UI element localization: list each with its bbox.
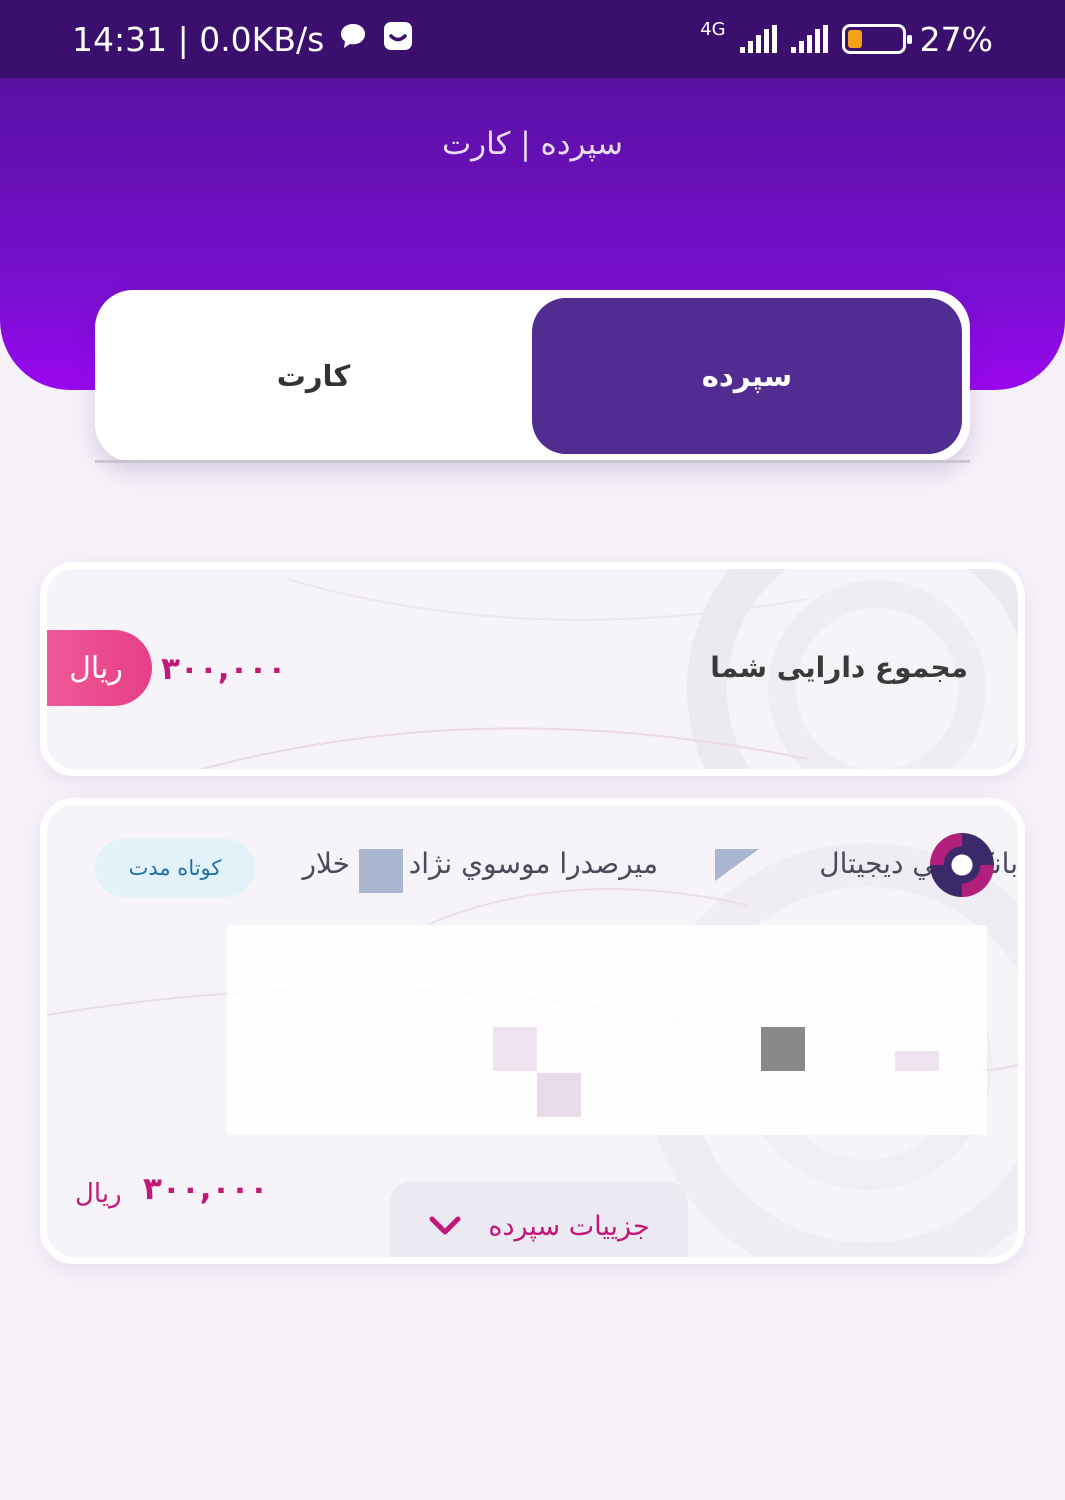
deposit-amount: ۳۰۰,۰۰۰	[143, 1171, 269, 1207]
deposit-type-badge: کوتاه مدت	[95, 839, 255, 897]
owner-name: ميرصدرا موسوي نژاد	[408, 847, 658, 880]
status-left: 14:31 | 0.0KB/s	[72, 20, 414, 59]
total-assets-card: مجموع دارایی شما ۳۰۰,۰۰۰ ریال	[40, 562, 1025, 776]
battery-percent: 27%	[919, 19, 993, 59]
masked-block	[761, 1027, 805, 1071]
masked-block	[359, 849, 403, 893]
network-type: 4G	[700, 18, 726, 40]
masked-area	[227, 925, 987, 1135]
tab-card[interactable]: کارت	[95, 290, 532, 462]
tab-underline	[95, 460, 970, 463]
bank-logo-icon	[930, 833, 994, 897]
total-assets-amount: ۳۰۰,۰۰۰	[161, 651, 287, 687]
signal-icon-sim2	[790, 25, 828, 53]
status-time-speed: 14:31 | 0.0KB/s	[72, 19, 325, 59]
currency-pill: ریال	[47, 630, 152, 706]
masked-block	[895, 1051, 939, 1071]
tab-deposit[interactable]: سپرده	[532, 298, 962, 454]
status-right: 4G 27%	[700, 18, 993, 59]
deposit-details-label: جزییات سپرده	[488, 1210, 650, 1242]
chevron-down-icon	[429, 1216, 461, 1235]
account-number-partial: خلار	[302, 847, 350, 880]
masked-block	[715, 849, 759, 881]
masked-block	[537, 1073, 581, 1117]
battery-icon	[841, 24, 912, 54]
signal-icon-sim1	[739, 25, 777, 53]
deposit-card[interactable]: بانک ملي ديجيتال ميرصدرا موسوي نژاد خلار…	[40, 798, 1025, 1264]
chat-bubble-icon	[338, 21, 368, 58]
page-title: سپرده | کارت	[442, 126, 623, 162]
total-assets-label: مجموع دارایی شما	[710, 651, 968, 684]
status-bar: 14:31 | 0.0KB/s 4G 27%	[0, 0, 1065, 78]
deposit-currency: ریال	[75, 1179, 122, 1209]
tab-switcher: کارت سپرده	[95, 290, 970, 462]
smiley-box-icon	[382, 20, 414, 59]
battery-fill	[847, 30, 862, 48]
masked-block	[493, 1027, 537, 1071]
deposit-details-button[interactable]: جزییات سپرده	[390, 1181, 688, 1257]
